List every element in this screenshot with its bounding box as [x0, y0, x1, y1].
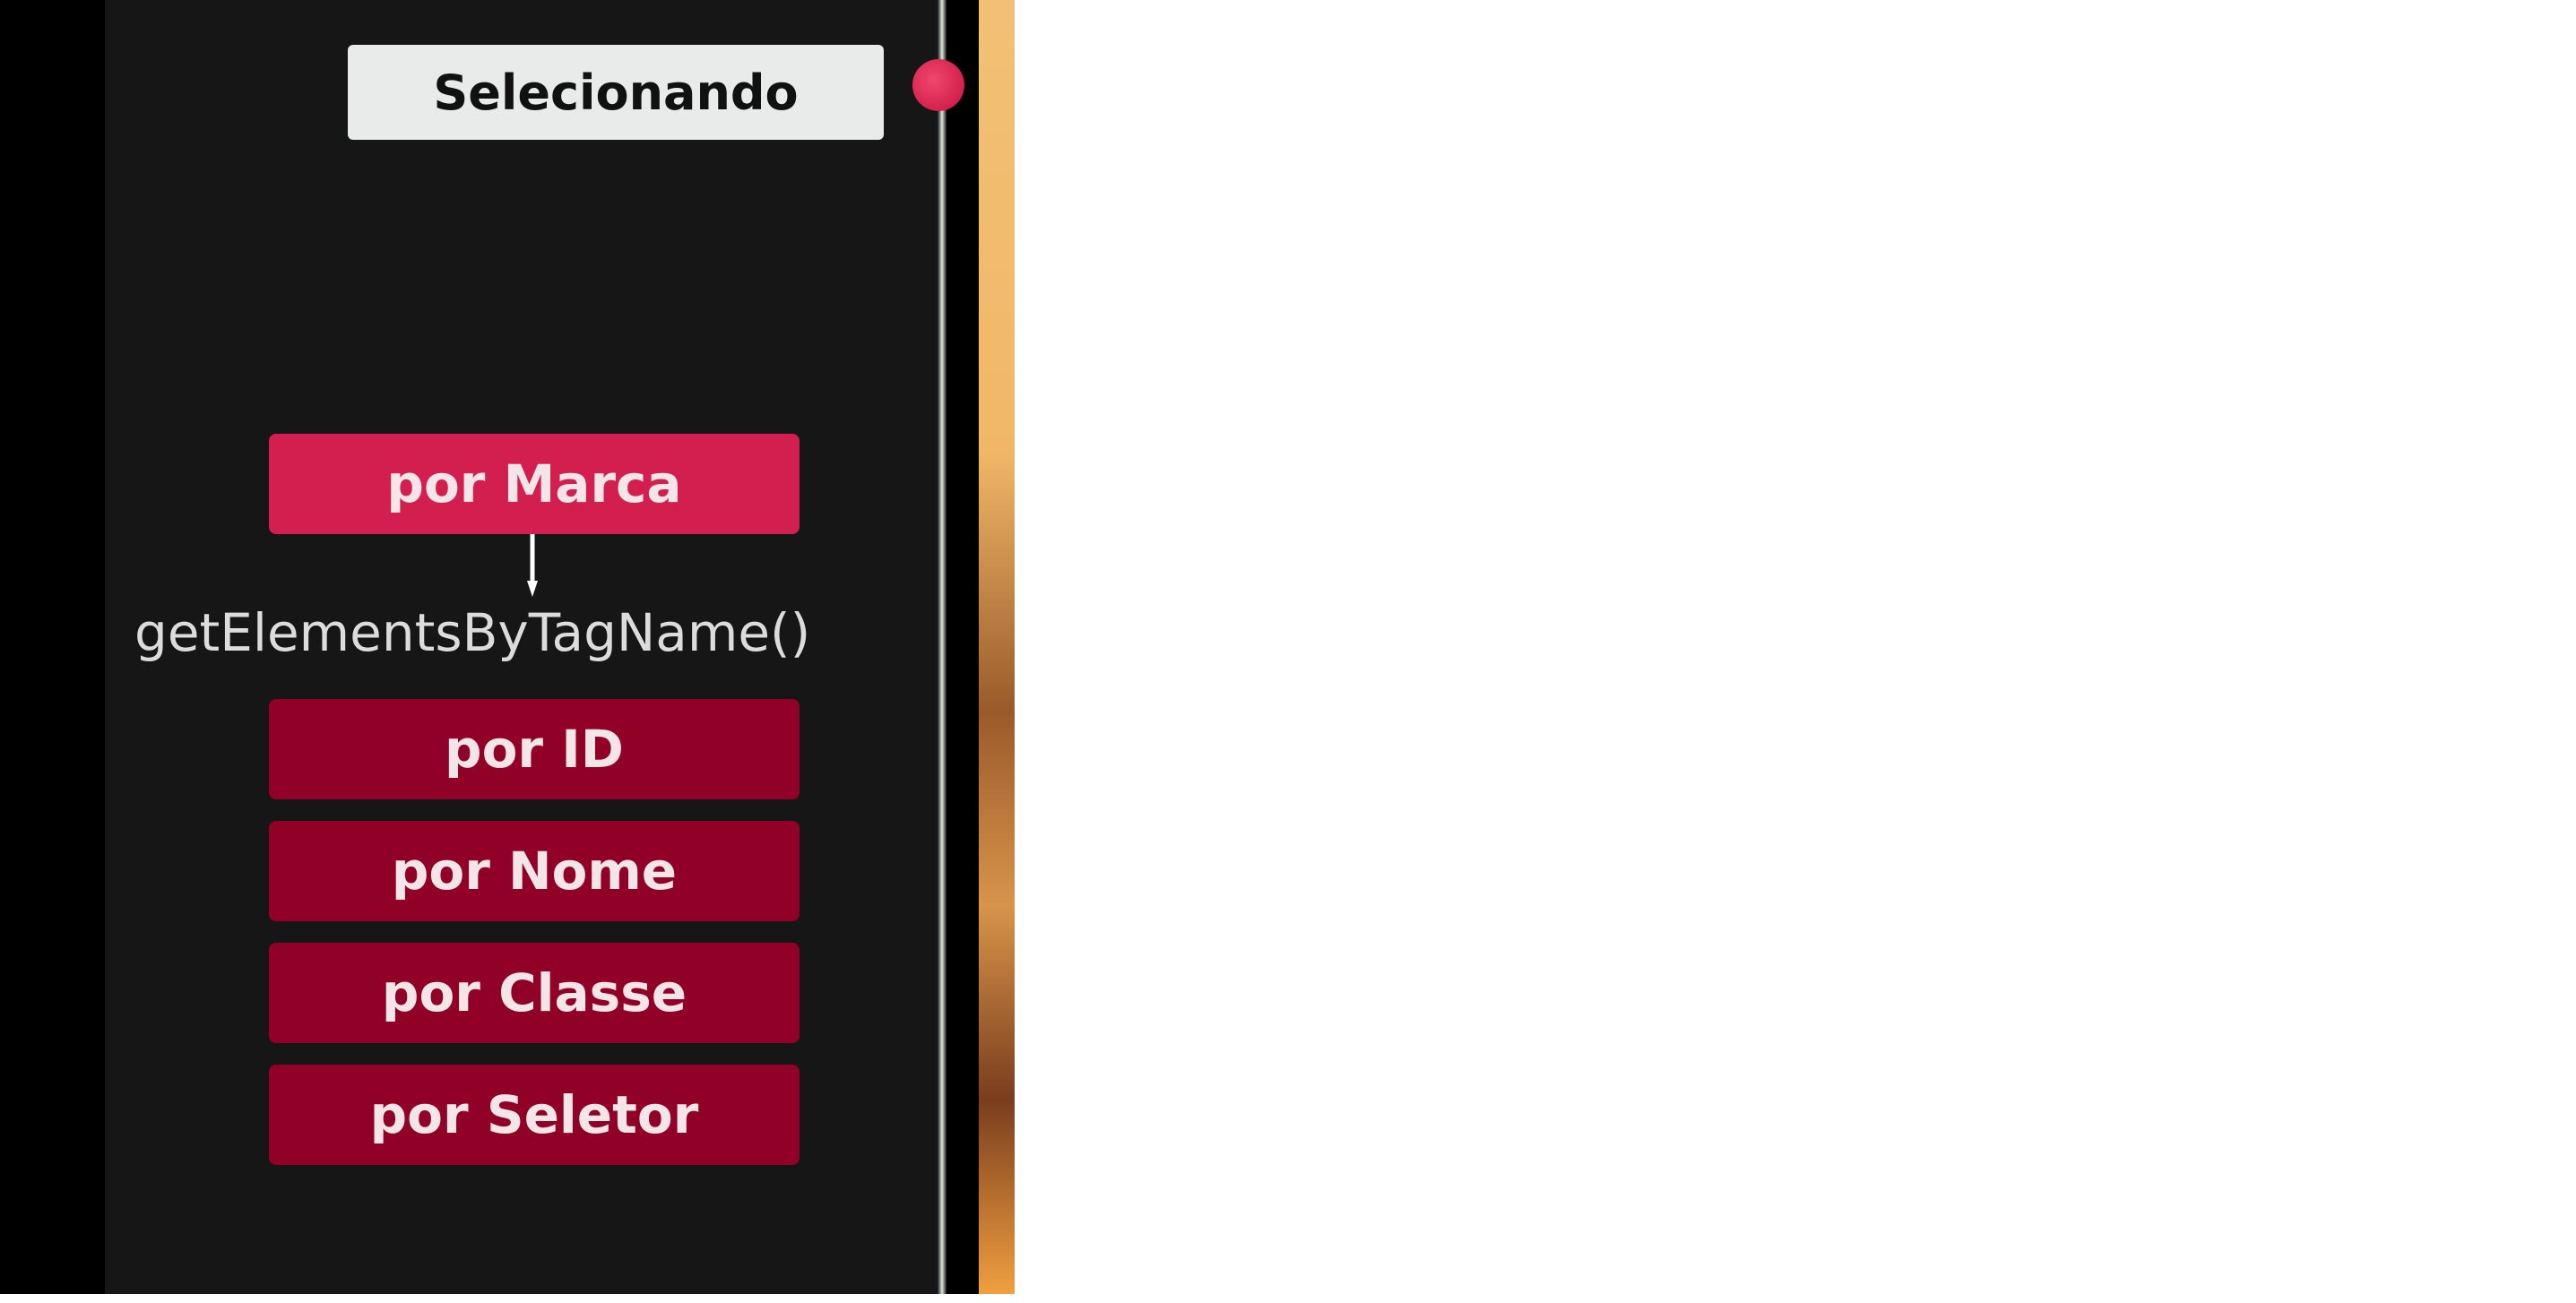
- button-por-nome[interactable]: por Nome: [269, 821, 800, 921]
- background-strip: [979, 0, 1015, 1294]
- button-por-classe[interactable]: por Classe: [269, 943, 800, 1043]
- button-por-seletor[interactable]: por Seletor: [269, 1065, 800, 1165]
- method-label: getElementsByTagName(): [134, 602, 811, 663]
- video-frame: Selecionando por Marca getElementsByTagN…: [0, 0, 1015, 1294]
- button-por-id[interactable]: por ID: [269, 699, 800, 799]
- record-dot-icon: [912, 59, 964, 111]
- arrow-down-icon: [527, 534, 538, 597]
- button-por-marca[interactable]: por Marca: [269, 434, 800, 534]
- slide-title: Selecionando: [348, 45, 884, 140]
